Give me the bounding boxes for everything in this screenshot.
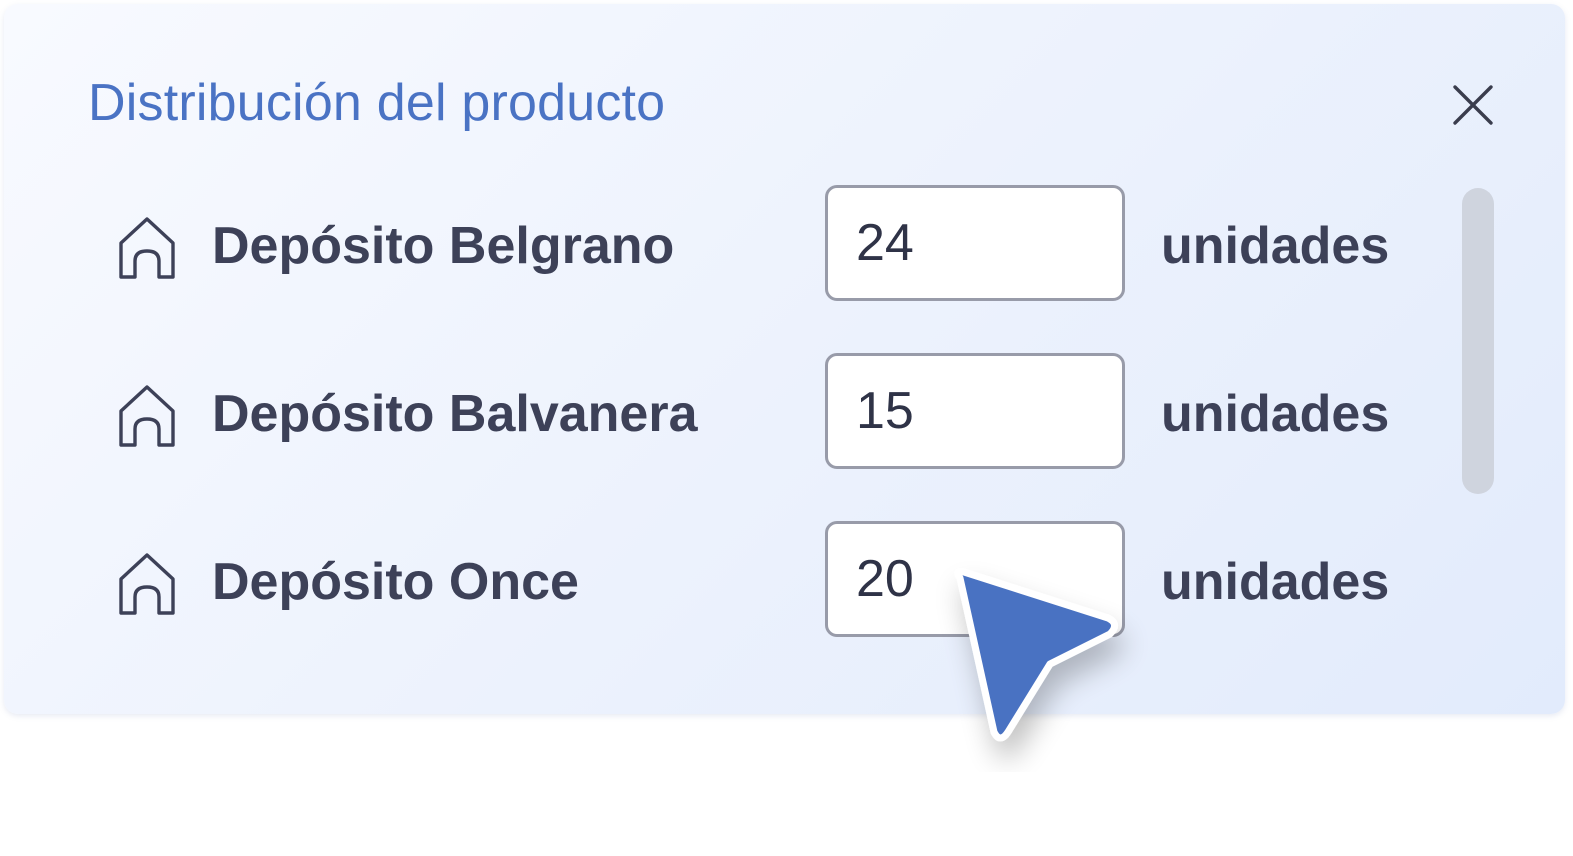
house-icon	[119, 385, 175, 447]
distribution-dialog: Distribución del producto Depósito Belgr…	[4, 4, 1565, 714]
house-icon	[119, 217, 175, 279]
quantity-input[interactable]	[825, 521, 1125, 637]
dialog-title: Distribución del producto	[88, 74, 666, 132]
quantity-input[interactable]	[825, 353, 1125, 469]
unit-label: unidades	[1161, 385, 1390, 443]
depot-name: Depósito Belgrano	[212, 217, 675, 275]
close-button[interactable]	[1450, 82, 1496, 128]
quantity-input[interactable]	[825, 185, 1125, 301]
scrollbar-thumb[interactable]	[1462, 188, 1494, 494]
depot-row: Depósito Balvanera unidades	[4, 353, 1464, 475]
unit-label: unidades	[1161, 553, 1390, 611]
depot-row: Depósito Belgrano unidades	[4, 185, 1464, 307]
close-icon	[1453, 85, 1493, 125]
stage: Distribución del producto Depósito Belgr…	[0, 0, 1573, 856]
depot-row: Depósito Once unidades	[4, 521, 1464, 643]
house-icon	[119, 553, 175, 615]
depot-name: Depósito Once	[212, 553, 579, 611]
depot-name: Depósito Balvanera	[212, 385, 698, 443]
unit-label: unidades	[1161, 217, 1390, 275]
